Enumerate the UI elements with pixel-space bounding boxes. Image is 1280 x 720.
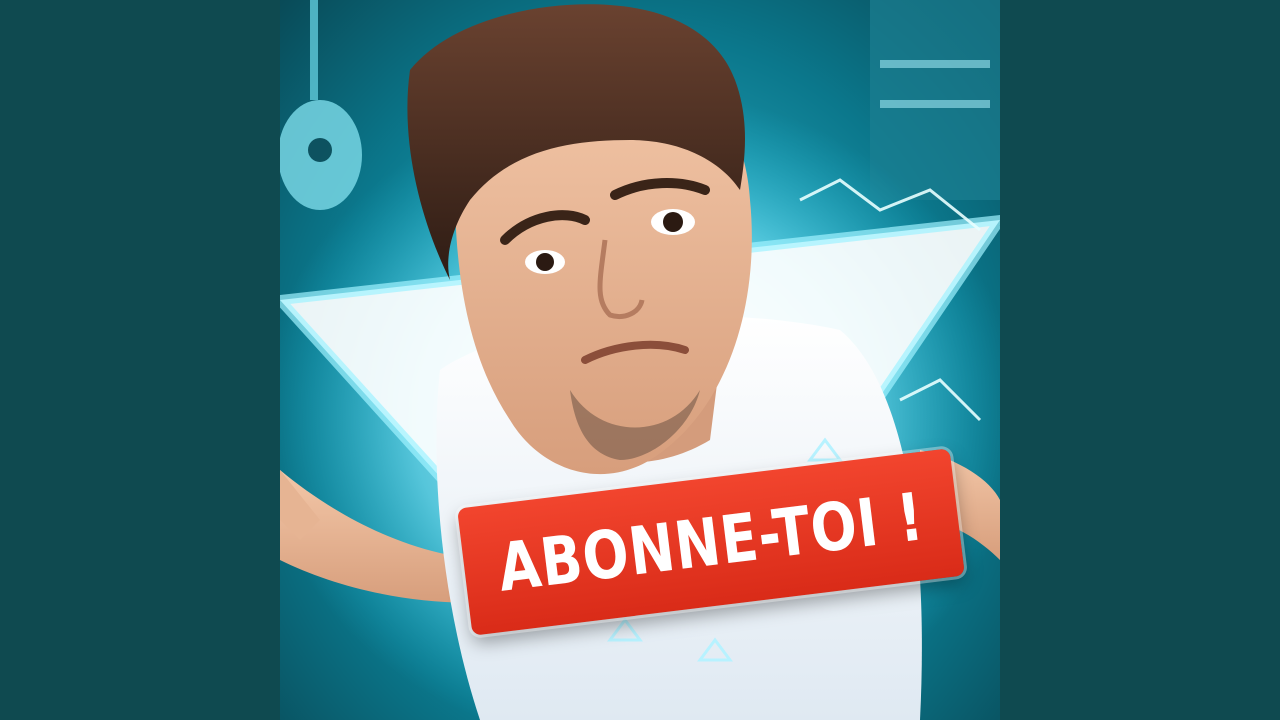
right-letterbox	[1000, 0, 1280, 720]
left-letterbox	[0, 0, 280, 720]
subscribe-badge-label: ABONNE-TOI !	[494, 477, 928, 607]
